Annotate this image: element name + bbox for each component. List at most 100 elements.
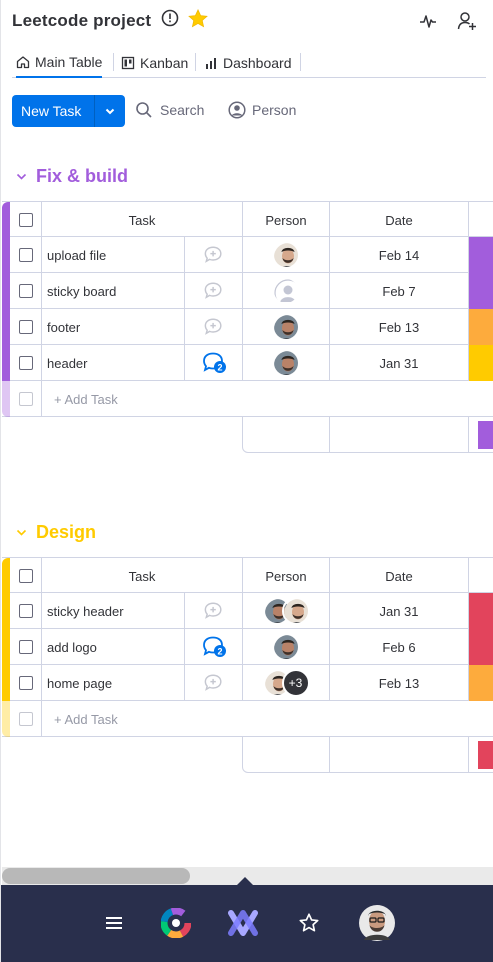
activity-icon[interactable] [419,12,437,30]
date-cell[interactable]: Jan 31 [330,345,469,381]
date-cell[interactable]: Feb 7 [330,273,469,309]
monday-logo-icon[interactable] [226,906,260,940]
table-row[interactable]: header 2 Jan 31 [2,345,493,381]
checkbox[interactable] [18,604,33,618]
tab-kanban[interactable]: Kanban [121,48,188,77]
more-people-badge[interactable]: +3 [281,669,310,697]
date-cell[interactable]: Feb 13 [330,309,469,345]
person-avatar[interactable] [272,313,300,341]
user-avatar[interactable] [358,904,396,942]
horizontal-scrollbar-thumb[interactable] [2,868,190,884]
person-cell[interactable] [243,273,330,309]
person-avatar[interactable] [272,349,300,377]
checkbox-cell[interactable] [10,629,42,665]
add-task-input[interactable]: + Add Task [42,701,493,737]
date-cell[interactable]: Feb 6 [330,629,469,665]
status-cell[interactable] [469,665,493,701]
table-row[interactable]: sticky header Jan 31 [2,593,493,629]
column-header-date[interactable]: Date [330,558,469,594]
column-header-status[interactable] [469,202,493,238]
person-cell[interactable]: +3 [243,665,330,701]
column-header-date[interactable]: Date [330,202,469,238]
status-cell[interactable] [469,629,493,665]
chevron-down-icon[interactable] [16,527,27,538]
checkbox[interactable] [18,213,33,227]
group-title[interactable]: Fix & build [36,166,128,187]
info-icon[interactable] [161,9,179,27]
status-cell[interactable] [469,309,493,345]
task-name[interactable]: upload file [42,237,185,273]
person-avatar[interactable] [272,241,300,269]
table-row[interactable]: upload file Feb 14 [2,237,493,273]
select-all-checkbox-cell[interactable] [10,558,42,594]
table-row[interactable]: sticky board Feb 7 [2,273,493,309]
add-comment-icon[interactable] [185,665,243,701]
new-task-dropdown[interactable] [95,105,125,117]
favorites-star-icon[interactable] [292,906,326,940]
column-header-task[interactable]: Task [42,558,243,594]
status-cell[interactable] [469,237,493,273]
status-cell[interactable] [469,345,493,381]
checkbox[interactable] [18,356,33,370]
checkbox-cell[interactable] [10,665,42,701]
select-all-checkbox-cell[interactable] [10,202,42,238]
column-header-task[interactable]: Task [42,202,243,238]
date-cell[interactable]: Feb 14 [330,237,469,273]
task-name[interactable]: home page [42,665,185,701]
person-avatar[interactable] [272,277,300,305]
column-header-person[interactable]: Person [243,202,330,238]
invite-member-icon[interactable] [457,11,477,31]
column-header-status[interactable] [469,558,493,594]
person-filter-button[interactable]: Person [228,101,296,119]
task-name[interactable]: footer [42,309,185,345]
new-task-button[interactable]: New Task [12,95,125,127]
comment-count-icon[interactable]: 2 [185,345,243,381]
comment-count-icon[interactable]: 2 [185,629,243,665]
chevron-down-icon[interactable] [16,171,27,182]
table-row[interactable]: add logo 2 Feb 6 [2,629,493,665]
task-name[interactable]: sticky board [42,273,185,309]
add-comment-icon[interactable] [185,237,243,273]
person-avatar[interactable] [281,597,310,625]
checkbox[interactable] [18,284,33,298]
person-cell[interactable] [243,629,330,665]
column-header-person[interactable]: Person [243,558,330,594]
person-avatar[interactable] [272,633,300,661]
add-comment-icon[interactable] [185,593,243,629]
checkbox-cell[interactable] [10,273,42,309]
search-button[interactable]: Search [135,101,204,119]
person-cell[interactable] [243,309,330,345]
checkbox-cell[interactable] [10,237,42,273]
add-task-input[interactable]: + Add Task [42,381,493,417]
status-cell[interactable] [469,273,493,309]
apps-icon[interactable] [159,906,193,940]
date-cell[interactable]: Feb 13 [330,665,469,701]
person-cell[interactable] [243,345,330,381]
checkbox[interactable] [18,676,33,690]
tab-dashboard[interactable]: Dashboard [204,48,292,77]
checkbox[interactable] [18,320,33,334]
menu-icon[interactable] [97,906,131,940]
task-name[interactable]: sticky header [42,593,185,629]
task-name[interactable]: add logo [42,629,185,665]
group-title[interactable]: Design [36,522,96,543]
person-cell[interactable] [243,237,330,273]
person-cell[interactable] [243,593,330,629]
group-header-fix-build[interactable]: Fix & build [16,166,128,187]
add-comment-icon[interactable] [185,273,243,309]
checkbox-cell[interactable] [10,309,42,345]
checkbox[interactable] [18,569,33,583]
add-comment-icon[interactable] [185,309,243,345]
checkbox-cell[interactable] [10,345,42,381]
checkbox[interactable] [18,248,33,262]
board-title[interactable]: Leetcode project [12,11,151,31]
favorite-star-icon[interactable] [187,8,209,30]
task-name[interactable]: header [42,345,185,381]
checkbox-cell[interactable] [10,593,42,629]
group-header-design[interactable]: Design [16,522,96,543]
status-cell[interactable] [469,593,493,629]
tab-main-table[interactable]: Main Table [16,48,103,78]
date-cell[interactable]: Jan 31 [330,593,469,629]
table-row[interactable]: footer Feb 13 [2,309,493,345]
checkbox[interactable] [18,640,33,654]
